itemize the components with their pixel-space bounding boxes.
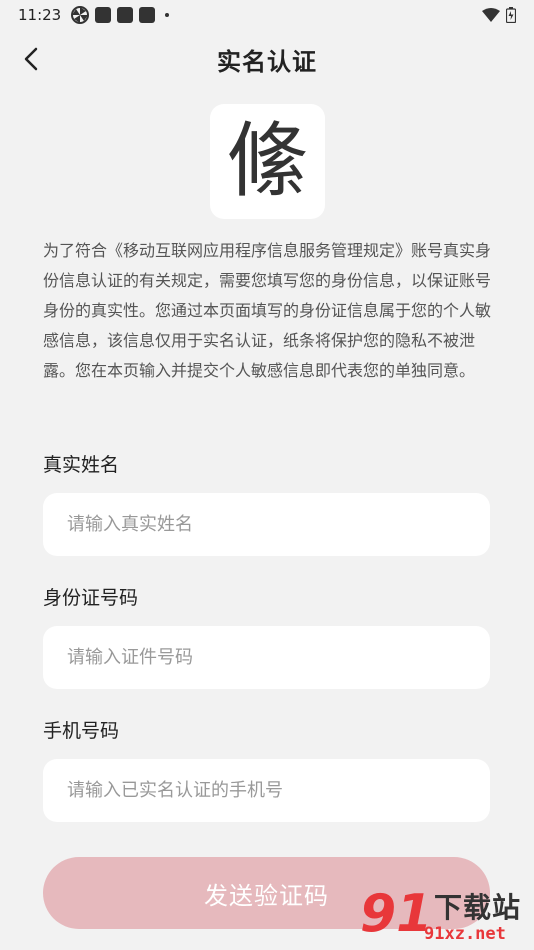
watermark-url: 91xz.net	[424, 924, 506, 944]
logo-glyph: 絛	[226, 113, 309, 209]
app-notification-icon	[117, 7, 134, 23]
system-icons	[482, 7, 516, 23]
privacy-notice: 为了符合《移动互联网应用程序信息服务管理规定》账号真实身份信息认证的有关规定，需…	[43, 241, 492, 380]
site-watermark: 91 下载站 91xz.net	[360, 880, 534, 950]
app-notification-icon	[95, 7, 112, 23]
phone-label: 手机号码	[43, 720, 120, 742]
app-notification-icon	[139, 7, 156, 23]
wifi-icon	[482, 8, 500, 22]
pinwheel-icon	[71, 6, 90, 24]
real-name-label: 真实姓名	[43, 454, 120, 476]
phone-input[interactable]	[43, 759, 490, 822]
watermark-logo-mark: 91	[360, 884, 433, 944]
back-button[interactable]	[14, 42, 48, 76]
id-number-input[interactable]	[43, 626, 490, 689]
more-notifications-dot-icon	[165, 13, 170, 17]
page-title: 实名认证	[217, 47, 317, 76]
notification-icons	[71, 6, 170, 24]
watermark-title: 下载站	[434, 891, 522, 924]
chevron-left-icon	[24, 47, 38, 71]
status-bar: 11:23	[0, 0, 534, 30]
id-number-label: 身份证号码	[43, 587, 139, 609]
real-name-input[interactable]	[43, 493, 490, 556]
header: 实名认证	[0, 36, 534, 82]
status-time: 11:23	[18, 6, 62, 24]
app-logo: 絛	[210, 104, 325, 219]
battery-icon	[506, 7, 516, 23]
